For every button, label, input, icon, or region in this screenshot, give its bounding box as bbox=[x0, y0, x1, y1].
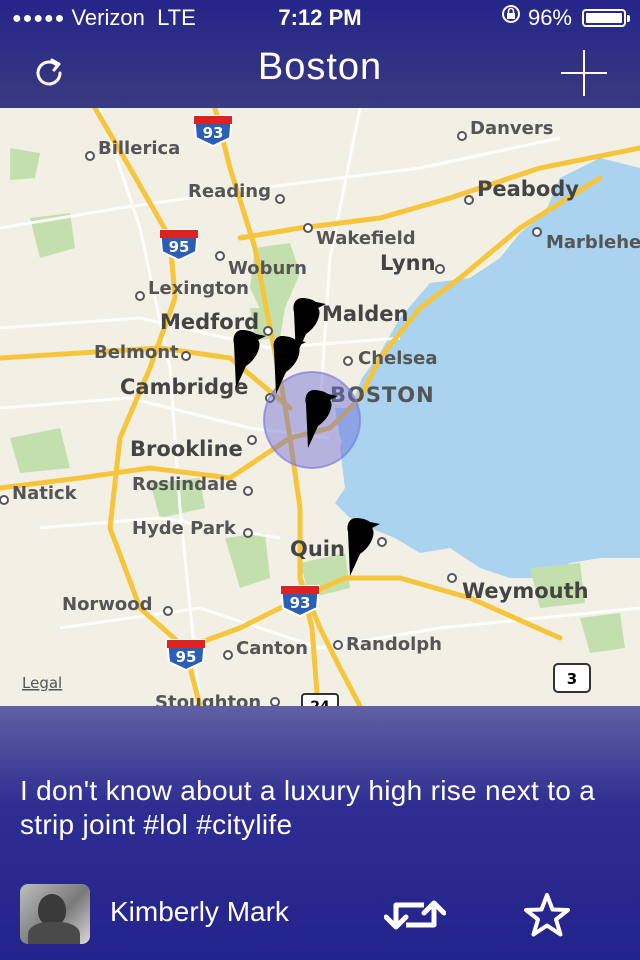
route-3-shield: 3 bbox=[553, 663, 591, 693]
status-bar: ●●●●● Verizon LTE 7:12 PM 96% bbox=[0, 0, 640, 38]
label-randolph: Randolph bbox=[346, 634, 442, 655]
plus-icon bbox=[561, 50, 607, 96]
label-roslindale: Roslindale bbox=[132, 474, 238, 495]
svg-text:93: 93 bbox=[203, 124, 224, 142]
star-icon bbox=[524, 893, 570, 937]
label-canton: Canton bbox=[236, 638, 308, 659]
retweet-button[interactable] bbox=[384, 892, 446, 938]
label-brookline: Brookline bbox=[130, 437, 243, 461]
label-lexington: Lexington bbox=[148, 278, 249, 299]
label-reading: Reading bbox=[188, 181, 271, 202]
label-billerica: Billerica bbox=[98, 138, 180, 159]
label-danvers: Danvers bbox=[470, 118, 553, 139]
label-stoughton: Stoughton bbox=[155, 692, 261, 706]
label-wakefield: Wakefield bbox=[316, 228, 416, 249]
map-view[interactable]: 93 95 93 95 3 24 bbox=[0, 108, 640, 706]
label-hyde-park: Hyde Park bbox=[132, 518, 237, 539]
battery-icon bbox=[582, 9, 630, 27]
svg-text:3: 3 bbox=[567, 670, 577, 688]
page-title: Boston bbox=[257, 46, 383, 88]
avatar[interactable] bbox=[20, 884, 90, 944]
battery-percent: 96% bbox=[527, 5, 572, 30]
label-lynn: Lynn bbox=[380, 251, 436, 275]
svg-text:95: 95 bbox=[169, 238, 190, 256]
svg-text:93: 93 bbox=[290, 594, 311, 612]
label-cambridge: Cambridge bbox=[120, 375, 248, 399]
label-woburn: Woburn bbox=[228, 258, 307, 279]
label-norwood: Norwood bbox=[62, 594, 153, 615]
label-natick: Natick bbox=[12, 483, 78, 504]
battery-info: 96% bbox=[500, 0, 630, 36]
navigation-bar: Boston bbox=[0, 38, 640, 108]
label-belmont: Belmont bbox=[94, 342, 179, 363]
label-chelsea: Chelsea bbox=[358, 348, 437, 369]
label-weymouth: Weymouth bbox=[462, 579, 589, 603]
label-malden: Malden bbox=[322, 302, 409, 326]
svg-text:95: 95 bbox=[176, 648, 197, 666]
tweet-panel: I don't know about a luxury high rise ne… bbox=[0, 706, 640, 960]
label-quincy: Quin bbox=[290, 537, 345, 561]
favorite-button[interactable] bbox=[516, 892, 578, 938]
add-button[interactable] bbox=[556, 48, 612, 98]
label-peabody: Peabody bbox=[477, 177, 579, 201]
route-24-shield: 24 bbox=[301, 693, 339, 706]
legal-link[interactable]: Legal bbox=[22, 674, 62, 692]
rotation-lock-icon bbox=[500, 0, 522, 36]
svg-text:24: 24 bbox=[310, 699, 330, 706]
retweet-icon bbox=[384, 900, 446, 930]
label-marblehead: Marblehe bbox=[546, 232, 640, 253]
top-bar: ●●●●● Verizon LTE 7:12 PM 96% Boston bbox=[0, 0, 640, 108]
user-name[interactable]: Kimberly Mark bbox=[110, 896, 289, 928]
tweet-text: I don't know about a luxury high rise ne… bbox=[20, 775, 596, 840]
